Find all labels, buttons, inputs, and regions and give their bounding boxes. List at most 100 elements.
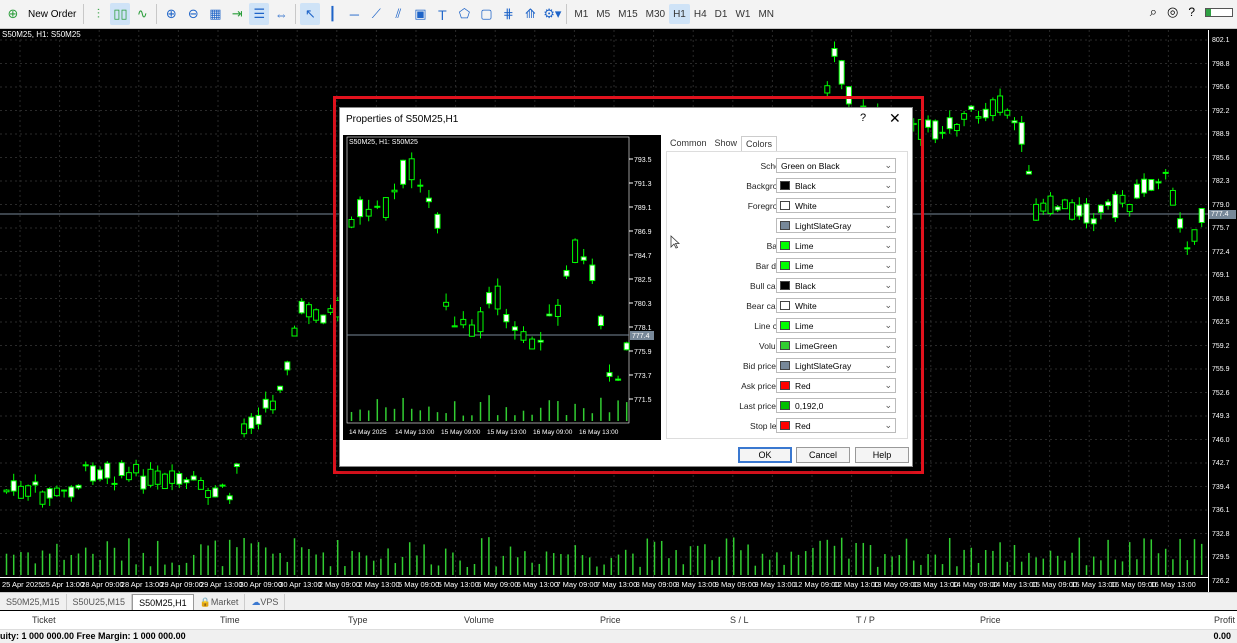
setting-select[interactable]: Red ⌄ (776, 418, 896, 433)
column-header[interactable]: S / L (730, 615, 749, 625)
horizontal-line-icon[interactable]: ─ (344, 3, 364, 25)
time-axis[interactable]: 25 Apr 2025 25 Apr 13:00 28 Apr 09:00 28 Ap… (0, 577, 1208, 592)
candle-body (1162, 171, 1169, 174)
more-tools-icon[interactable]: ⚙▾ (542, 3, 562, 25)
setting-select[interactable]: LightSlateGray ⌄ (776, 218, 896, 233)
column-header[interactable]: Price (600, 615, 621, 625)
setting-select[interactable]: Lime ⌄ (776, 258, 896, 273)
help-icon[interactable]: ? (1188, 5, 1195, 19)
column-header[interactable]: Type (348, 615, 368, 625)
chart-tab[interactable]: S50U25,M15 (67, 594, 133, 610)
preview-candle-body (623, 342, 630, 351)
preview-price-label: 793.5 (634, 157, 652, 164)
gann-icon[interactable]: ⟰ (520, 3, 540, 25)
channel-icon[interactable]: ⫽ (388, 3, 408, 25)
setting-select[interactable]: Black ⌄ (776, 278, 896, 293)
column-header[interactable]: Profit (1214, 615, 1235, 625)
timeframe-m1[interactable]: M1 (570, 4, 592, 24)
timeframe-h4[interactable]: H4 (690, 4, 711, 24)
column-header[interactable]: Price (980, 615, 1001, 625)
candle-body (212, 487, 219, 498)
line-chart-icon[interactable]: ∿ (132, 3, 152, 25)
timeframe-d1[interactable]: D1 (711, 4, 732, 24)
dialog-tab-common[interactable]: Common (666, 136, 711, 151)
setting-select[interactable]: 0,192,0 ⌄ (776, 398, 896, 413)
dialog-tab-colors[interactable]: Colors (741, 136, 778, 151)
toolbar-separator (295, 4, 297, 24)
chart-tab[interactable]: 🔒 Market (194, 594, 246, 610)
trend-line-icon[interactable]: ⟋ (366, 3, 386, 25)
chevron-down-icon: ⌄ (884, 260, 892, 270)
color-swatch (780, 341, 790, 350)
price-tick-label: 788.9 (1212, 131, 1230, 138)
candle-body (1083, 203, 1090, 224)
timeframe-w1[interactable]: W1 (731, 4, 754, 24)
timeframe-h1[interactable]: H1 (669, 4, 690, 24)
search-icon[interactable]: ⌕ (1150, 4, 1157, 20)
chart-tab-label: VPS (260, 597, 279, 607)
candle-body (989, 99, 996, 117)
setting-select[interactable]: Lime ⌄ (776, 318, 896, 333)
preview-candle-body (572, 239, 579, 263)
setting-select[interactable]: White ⌄ (776, 298, 896, 313)
fibonacci-icon[interactable]: ⋕ (498, 3, 518, 25)
price-tick-label: 739.4 (1212, 483, 1230, 491)
mouse-cursor-icon (670, 235, 680, 249)
candle-body (305, 304, 312, 318)
candle-body (1018, 122, 1025, 145)
zoom-in-icon[interactable]: ⊕ (161, 3, 181, 25)
bar-chart-icon[interactable]: ⫶ (88, 3, 108, 25)
column-header[interactable]: T / P (856, 615, 875, 625)
dialog-tabs: Common Show Colors (666, 136, 778, 151)
autoscroll-icon[interactable]: ⇥ (227, 3, 247, 25)
rectangle-icon[interactable]: ▢ (476, 3, 496, 25)
vertical-line-icon[interactable]: ┃ (322, 3, 342, 25)
setting-select[interactable]: LimeGreen ⌄ (776, 338, 896, 353)
column-header[interactable]: Ticket (32, 615, 56, 625)
new-order-icon[interactable]: ⊕ (3, 3, 23, 25)
setting-select[interactable]: Green on Black ⌄ (776, 158, 896, 173)
candle-body (1184, 247, 1191, 250)
account-icon[interactable]: ◎ (1167, 4, 1178, 20)
candlestick-chart-icon[interactable]: ▯▯ (110, 3, 131, 25)
grid-icon[interactable]: ▦ (205, 3, 225, 25)
preview-candle-body (425, 197, 432, 203)
volumes-icon[interactable]: ☰ (249, 3, 270, 25)
dialog-close-icon[interactable]: ✕ (889, 110, 901, 127)
setting-select[interactable]: LightSlateGray ⌄ (776, 358, 896, 373)
zoom-out-icon[interactable]: ⊖ (183, 3, 203, 25)
column-header[interactable]: Volume (464, 615, 494, 625)
setting-select[interactable]: Red ⌄ (776, 378, 896, 393)
candle-body (961, 113, 968, 120)
chart-tabs: S50M25,M15 S50U25,M15 S50M25,H1 🔒 Market ☁ V… (0, 592, 1237, 610)
picture-icon[interactable]: ▣ (410, 3, 430, 25)
ok-button[interactable]: OK (738, 447, 792, 463)
terminal-table-header: Ticket Time Type Volume Price S / L T / P Price… (0, 611, 1237, 630)
shapes-icon[interactable]: ⬠ (454, 3, 474, 25)
time-tick-label: 29 Apr 09:00 (160, 580, 203, 589)
new-order-button[interactable]: New Order (24, 9, 80, 20)
dialog-help-icon[interactable]: ? (860, 112, 866, 124)
text-icon[interactable]: Ｔ (432, 3, 452, 25)
price-axis[interactable]: 802.1 798.8 795.6 792.2 788.9 785.6 782.3 779.0… (1208, 30, 1237, 592)
cursor-icon[interactable]: ↖ (300, 3, 321, 25)
cancel-button[interactable]: Cancel (796, 447, 850, 463)
chart-tab[interactable]: S50M25,H1 (132, 594, 194, 610)
setting-select[interactable]: Lime ⌄ (776, 238, 896, 253)
chart-tab-label: Market (210, 597, 239, 607)
help-button[interactable]: Help (855, 447, 909, 463)
dialog-tab-show[interactable]: Show (711, 136, 742, 151)
setting-select[interactable]: Black ⌄ (776, 178, 896, 193)
candle-body (104, 462, 111, 479)
setting-value: Black (795, 180, 816, 191)
setting-select[interactable]: White ⌄ (776, 198, 896, 213)
timeframe-m15[interactable]: M15 (614, 4, 641, 24)
timeframe-m30[interactable]: M30 (642, 4, 669, 24)
chart-shift-icon[interactable]: ⇔ (271, 3, 291, 25)
chart-tab[interactable]: ☁ VPS (245, 594, 286, 610)
column-header[interactable]: Time (220, 615, 240, 625)
candle-body (183, 479, 190, 484)
timeframe-m5[interactable]: M5 (592, 4, 614, 24)
timeframe-mn[interactable]: MN (754, 4, 778, 24)
chart-tab[interactable]: S50M25,M15 (0, 594, 67, 610)
